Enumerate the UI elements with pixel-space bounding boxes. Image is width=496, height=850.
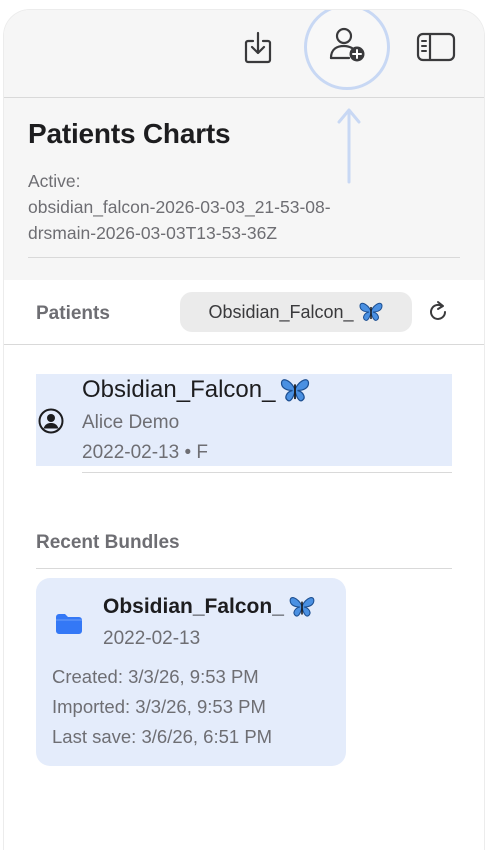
active-chart-line-1: obsidian_falcon-2026-03-03_21-53-08- (28, 197, 331, 217)
patient-subtitle: Alice Demo (82, 412, 180, 433)
refresh-icon[interactable] (426, 300, 450, 324)
butterfly-icon (289, 597, 315, 617)
patient-filter-chip[interactable]: Obsidian_Falcon_ (180, 292, 412, 332)
download-button[interactable] (238, 28, 278, 68)
toolbar (4, 10, 484, 98)
person-circle-icon (38, 408, 64, 434)
bundle-date: 2022-02-13 (103, 628, 201, 649)
patients-panel: Patients Charts Active: obsidian_falcon-… (4, 10, 484, 850)
patient-details: 2022-02-13 • F (82, 442, 209, 463)
bundle-last-save: Last save: 3/6/26, 6:51 PM (52, 726, 273, 747)
active-label: Active: (28, 171, 81, 191)
patients-section-label: Patients (36, 303, 110, 324)
tray-arrow-down-icon (244, 31, 272, 64)
bundle-name-text: Obsidian_Falcon_ (103, 595, 284, 618)
butterfly-icon (359, 302, 383, 321)
divider (82, 472, 452, 473)
header-block: Patients Charts Active: obsidian_falcon-… (4, 98, 484, 280)
patients-header-row: Patients Obsidian_Falcon_ (4, 280, 484, 345)
add-patient-button[interactable] (327, 24, 367, 64)
active-chart-info: Active: obsidian_falcon-2026-03-03_21-53… (28, 168, 468, 246)
bundle-card[interactable]: Obsidian_Falcon_ 2022-02-13 Created: 3/3… (36, 578, 346, 766)
bundle-imported: Imported: 3/3/26, 9:53 PM (52, 696, 266, 717)
pointer-arrow (337, 108, 361, 184)
patient-name-text: Obsidian_Falcon_ (82, 376, 276, 403)
sidebar-toggle-icon (416, 32, 456, 62)
recent-bundles-label: Recent Bundles (36, 532, 180, 553)
page-title: Patients Charts (28, 118, 231, 149)
divider (36, 568, 452, 569)
sidebar-toggle-button[interactable] (416, 27, 456, 67)
bundle-created: Created: 3/3/26, 9:53 PM (52, 666, 259, 687)
patient-name: Obsidian_Falcon_ (82, 376, 311, 404)
patient-list-item[interactable]: Obsidian_Falcon_ Alice Demo 2022-02-13 •… (36, 374, 452, 466)
divider (28, 257, 460, 258)
butterfly-icon (281, 378, 310, 401)
folder-icon (56, 614, 82, 634)
bundle-name: Obsidian_Falcon_ (103, 595, 316, 619)
chip-label: Obsidian_Falcon_ (208, 301, 354, 322)
person-add-icon (329, 27, 365, 62)
active-chart-line-2: drsmain-2026-03-03T13-53-36Z (28, 223, 278, 243)
